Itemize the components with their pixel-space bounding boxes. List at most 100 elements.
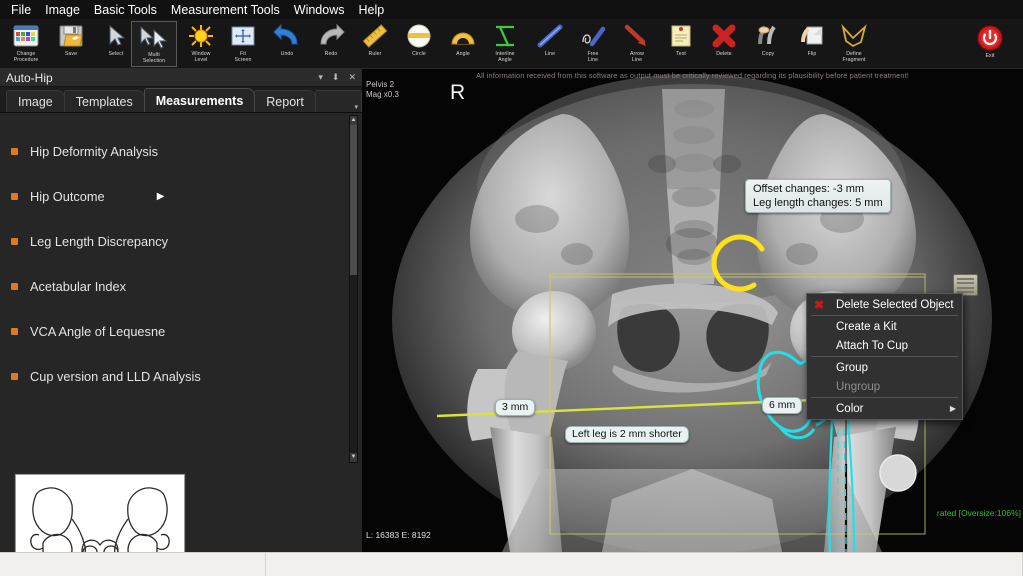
tool-exit[interactable]: Exit: [967, 23, 1013, 69]
tool-change-procedure[interactable]: Change Procedure: [3, 21, 49, 67]
chevron-down-icon[interactable]: ▾: [318, 71, 323, 84]
tab-image[interactable]: Image: [6, 90, 65, 112]
auto-hip-panel: Auto-Hip ▾ ⬇ ✕ Image Templates Measureme…: [0, 69, 362, 576]
context-menu-item-label: Color: [836, 402, 864, 415]
widget-line: [957, 286, 974, 289]
tool-label: Flip: [807, 51, 817, 57]
context-menu-item-delete-selected-object[interactable]: ✖ Delete Selected Object: [807, 295, 962, 314]
scrollbar-thumb[interactable]: [350, 125, 357, 275]
circle-icon: [406, 22, 432, 50]
bullet-icon: [11, 193, 18, 200]
ruler-icon: [362, 22, 388, 50]
image-magnification-label: Mag x0.3: [366, 90, 399, 99]
menu-item-windows[interactable]: Windows: [287, 1, 352, 19]
tool-angle[interactable]: Angle: [440, 21, 486, 67]
context-menu-item-attach-to-cup[interactable]: Attach To Cup: [807, 336, 962, 355]
tab-overflow-chevron-icon[interactable]: ▾: [354, 103, 358, 111]
context-menu-item-label: Group: [836, 361, 868, 374]
context-menu-item-color[interactable]: Color ▶: [807, 399, 962, 418]
offset-changes-tooltip[interactable]: Offset changes: -3 mm Leg length changes…: [745, 179, 891, 213]
panel-title: Auto-Hip: [6, 70, 53, 85]
offset-changes-line: Offset changes: -3 mm: [753, 183, 865, 195]
left-measure-label[interactable]: 3 mm: [495, 399, 536, 416]
menu-item-measurement-tools[interactable]: Measurement Tools: [164, 1, 287, 19]
tool-delete[interactable]: Delete: [701, 21, 747, 67]
list-item-label: Hip Outcome: [30, 189, 105, 204]
context-menu-item-create-a-kit[interactable]: Create a Kit: [807, 317, 962, 336]
submenu-arrow-icon: ▶: [949, 404, 956, 413]
scroll-up-button[interactable]: ▲: [350, 116, 357, 125]
list-item-label: Acetabular Index: [30, 279, 127, 294]
tool-text-note[interactable]: Text: [658, 21, 704, 67]
close-icon[interactable]: ✕: [348, 71, 356, 84]
menu-item-help[interactable]: Help: [351, 1, 391, 19]
context-menu-item-group[interactable]: Group: [807, 358, 962, 377]
tool-line[interactable]: Line: [527, 21, 573, 67]
flip-icon: [799, 22, 825, 50]
tool-arrow-line[interactable]: Arrow Line: [614, 21, 660, 67]
leg-length-changes-line: Leg length changes: 5 mm: [753, 197, 883, 209]
tool-label: Undo: [280, 51, 294, 57]
tool-label: Window Level: [191, 51, 211, 63]
tool-label: Multi Selection: [142, 52, 166, 64]
context-menu-item-label: Attach To Cup: [836, 339, 909, 352]
tab-report[interactable]: Report: [254, 90, 316, 112]
tool-fit-screen[interactable]: Fit Screen: [220, 21, 266, 67]
tool-define-fragment[interactable]: Define Fragment: [831, 21, 877, 67]
menu-item-image[interactable]: Image: [38, 1, 87, 19]
tool-undo[interactable]: Undo: [264, 21, 310, 67]
scroll-down-button[interactable]: ▼: [350, 453, 357, 462]
menu-item-basic-tools[interactable]: Basic Tools: [87, 1, 164, 19]
tool-flip[interactable]: Flip: [789, 21, 835, 67]
delete-x-icon: [711, 22, 737, 50]
list-item-hip-outcome[interactable]: Hip Outcome ▶: [0, 174, 362, 219]
redo-icon: [317, 22, 345, 50]
tab-templates[interactable]: Templates: [63, 90, 145, 112]
tool-label: Copy: [761, 51, 775, 57]
tool-circle[interactable]: Circle: [396, 21, 442, 67]
tool-label: Save: [64, 51, 78, 57]
tool-ruler[interactable]: Ruler: [352, 21, 398, 67]
leg-length-label[interactable]: Left leg is 2 mm shorter: [565, 426, 689, 443]
tool-interline-angle[interactable]: Interline Angle: [482, 21, 528, 67]
tool-save[interactable]: Save: [48, 21, 94, 67]
tool-redo[interactable]: Redo: [308, 21, 354, 67]
object-context-menu[interactable]: ✖ Delete Selected Object Create a Kit At…: [806, 293, 963, 420]
tool-free-line[interactable]: Free Line: [570, 21, 616, 67]
context-menu-separator: [811, 356, 958, 357]
bullet-icon: [11, 328, 18, 335]
copy-icon: [755, 22, 781, 50]
menu-item-file[interactable]: File: [4, 1, 38, 19]
panel-header: Auto-Hip ▾ ⬇ ✕: [0, 69, 362, 87]
tab-measurements[interactable]: Measurements: [143, 88, 256, 112]
tool-multi-selection[interactable]: Multi Selection: [131, 21, 177, 67]
save-icon: [58, 22, 84, 50]
context-menu-item-ungroup: Ungroup: [807, 377, 962, 396]
tool-label: Circle: [412, 51, 426, 57]
panel-scrollbar[interactable]: ▲ ▼: [349, 115, 358, 463]
tool-copy[interactable]: Copy: [745, 21, 791, 67]
tool-label: Exit: [985, 53, 995, 59]
panel-window-controls: ▾ ⬇ ✕: [318, 71, 356, 84]
interline-angle-icon: [492, 22, 518, 50]
right-measure-label[interactable]: 6 mm: [762, 397, 803, 414]
tool-window-level[interactable]: Window Level: [178, 21, 224, 67]
list-item-label: VCA Angle of Lequesne: [30, 324, 166, 339]
tool-label: Text: [676, 51, 686, 57]
list-item-vca-angle-of-lequesne[interactable]: VCA Angle of Lequesne: [0, 309, 362, 354]
context-menu-item-label: Create a Kit: [836, 320, 897, 333]
list-item-leg-length-discrepancy[interactable]: Leg Length Discrepancy: [0, 219, 362, 264]
list-item-cup-version-and-lld-analysis[interactable]: Cup version and LLD Analysis: [0, 354, 362, 399]
context-menu-separator: [811, 397, 958, 398]
pin-icon[interactable]: ⬇: [332, 71, 340, 84]
list-item-acetabular-index[interactable]: Acetabular Index: [0, 264, 362, 309]
list-item-hip-deformity-analysis[interactable]: Hip Deformity Analysis: [0, 129, 362, 174]
angle-icon: [450, 22, 476, 50]
image-info-overlay: Pelvis 2 Mag x0.3: [366, 80, 399, 100]
calibration-readout: rated [Oversize:106%]: [936, 508, 1021, 518]
tool-label: Line: [544, 51, 556, 57]
chevron-right-icon[interactable]: ▶: [157, 191, 165, 202]
window-level-readout: L: 16383 E: 8192: [366, 530, 431, 540]
define-fragment-icon: [840, 22, 868, 50]
panel-tab-bar: Image Templates Measurements Report ▾: [0, 87, 362, 113]
